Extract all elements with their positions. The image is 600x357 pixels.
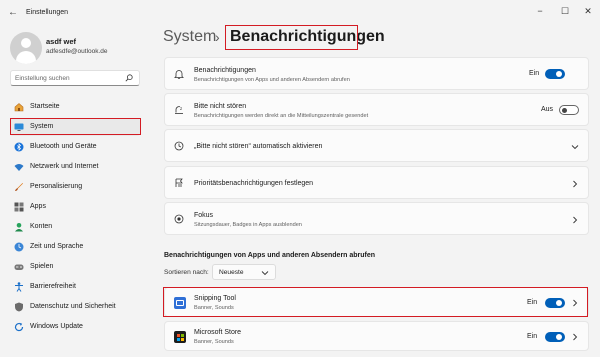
maximize-button[interactable]: ☐ — [557, 4, 573, 18]
chevron-right-icon[interactable] — [571, 333, 579, 341]
focus-icon — [174, 214, 184, 224]
brush-icon — [15, 183, 23, 191]
toggle-state-label: Ein — [527, 333, 538, 340]
globe-clock-icon — [14, 242, 24, 252]
home-icon — [14, 103, 24, 112]
breadcrumb-separator: › — [215, 29, 220, 45]
sidebar-item-datenschutz[interactable]: Datenschutz und Sicherheit — [10, 298, 140, 316]
setting-subtitle: Benachrichtigungen werden direkt an die … — [194, 113, 369, 119]
chevron-right-icon[interactable] — [571, 216, 579, 224]
svg-text:z: z — [180, 106, 182, 111]
user-email: adfesdfe@outlook.de — [46, 48, 108, 55]
breadcrumb-parent[interactable]: System — [163, 28, 216, 46]
sidebar-item-startseite[interactable]: Startseite — [10, 98, 140, 116]
toggle-state-label: Aus — [541, 106, 554, 113]
clock-icon — [174, 141, 184, 151]
shield-icon — [15, 302, 23, 312]
sort-dropdown[interactable]: Neueste — [212, 264, 276, 280]
app-subtitle: Banner, Sounds — [194, 339, 234, 345]
microsoft-store-toggle[interactable] — [545, 332, 565, 342]
sidebar-item-bluetooth[interactable]: Bluetooth und Geräte — [10, 138, 140, 156]
setting-title: Benachrichtigungen — [194, 67, 256, 74]
setting-benachrichtigungen[interactable]: Benachrichtigungen Benachrichtigungen vo… — [164, 57, 589, 90]
sort-value: Neueste — [219, 269, 244, 276]
dnd-toggle[interactable] — [559, 105, 579, 115]
search-box[interactable] — [10, 70, 140, 86]
setting-title: Fokus — [194, 212, 214, 219]
notifications-toggle[interactable] — [545, 69, 565, 79]
setting-title: „Bitte nicht stören“ automatisch aktivie… — [194, 143, 323, 150]
bell-icon — [174, 70, 184, 79]
sidebar-item-spielen[interactable]: Spielen — [10, 258, 140, 276]
setting-fokus[interactable]: Fokus Sitzungsdauer, Badges in Apps ausb… — [164, 202, 589, 235]
microsoft-store-icon — [174, 331, 186, 343]
setting-title: Prioritätsbenachrichtigungen festlegen — [194, 180, 314, 187]
sidebar-item-personalisierung[interactable]: Personalisierung — [10, 178, 140, 196]
sidebar-item-barrierefreiheit[interactable]: Barrierefreiheit — [10, 278, 140, 296]
section-title: Benachrichtigungen von Apps und anderen … — [164, 252, 376, 259]
search-icon[interactable] — [125, 74, 133, 82]
accessibility-icon — [15, 282, 23, 292]
gamepad-icon — [14, 264, 24, 270]
highlight-box-system — [10, 118, 141, 135]
apps-icon — [14, 202, 24, 212]
highlight-box-title — [225, 25, 358, 50]
priority-icon — [175, 178, 183, 187]
do-not-disturb-icon: z — [175, 106, 183, 114]
title-bar: ← Einstellungen − ☐ ✕ — [0, 0, 600, 26]
setting-subtitle: Sitzungsdauer, Badges in Apps ausblenden — [194, 222, 302, 228]
chevron-right-icon[interactable] — [571, 180, 579, 188]
search-input[interactable] — [15, 73, 120, 84]
app-name: Microsoft Store — [194, 329, 242, 336]
setting-bitte-nicht-stoeren[interactable]: z Bitte nicht stören Benachrichtigungen … — [164, 93, 589, 126]
update-icon — [14, 322, 24, 332]
sidebar-item-konten[interactable]: Konten — [10, 218, 140, 236]
chevron-down-icon — [261, 271, 269, 276]
setting-auto-dnd[interactable]: „Bitte nicht stören“ automatisch aktivie… — [164, 129, 589, 162]
bluetooth-icon — [14, 142, 24, 152]
minimize-button[interactable]: − — [532, 4, 548, 18]
window-title: Einstellungen — [26, 9, 69, 16]
sidebar-item-apps[interactable]: Apps — [10, 198, 140, 216]
account-icon — [15, 223, 23, 232]
avatar[interactable] — [10, 32, 42, 64]
back-button[interactable]: ← — [6, 6, 20, 20]
app-row-microsoft-store[interactable]: Microsoft Store Banner, Sounds Ein — [164, 321, 589, 351]
highlight-box-snipping-tool — [163, 287, 588, 317]
sidebar-item-netzwerk[interactable]: Netzwerk und Internet — [10, 158, 140, 176]
sidebar-item-zeit-sprache[interactable]: Zeit und Sprache — [10, 238, 140, 256]
sort-label: Sortieren nach: — [164, 269, 209, 276]
user-name: asdf wef — [46, 37, 77, 46]
close-button[interactable]: ✕ — [580, 4, 596, 18]
setting-title: Bitte nicht stören — [194, 103, 247, 110]
chevron-down-icon[interactable] — [571, 143, 579, 151]
setting-prioritaet[interactable]: Prioritätsbenachrichtigungen festlegen — [164, 166, 589, 199]
setting-subtitle: Benachrichtigungen von Apps und anderen … — [194, 77, 350, 83]
toggle-state-label: Ein — [529, 70, 540, 77]
sidebar-item-windows-update[interactable]: Windows Update — [10, 318, 140, 336]
wifi-icon — [14, 164, 24, 171]
